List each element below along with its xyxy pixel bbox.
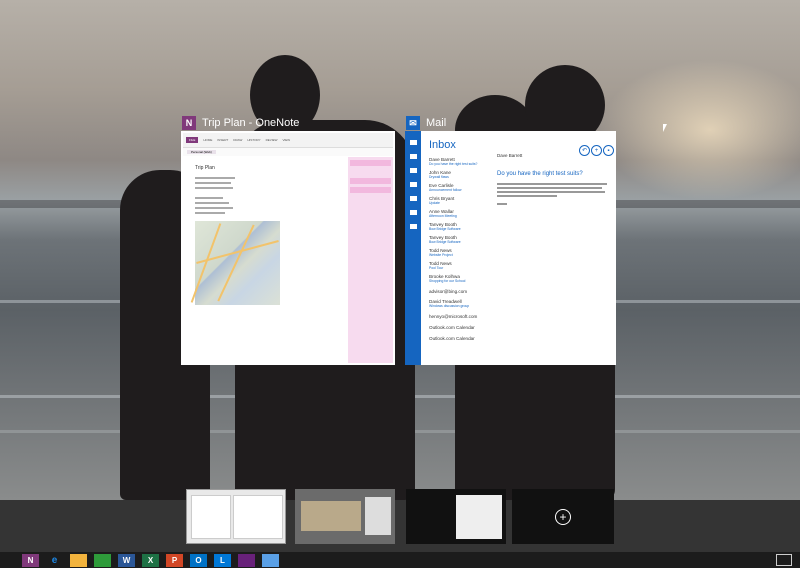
list-item: John Kane Drywall flaws: [429, 170, 451, 179]
notification-tray-icon[interactable]: [776, 554, 792, 566]
text-line: [195, 182, 231, 184]
text-line: [195, 212, 225, 214]
list-item: Todd News Pool Tour: [429, 261, 452, 270]
virtual-desktops-bar: [0, 500, 800, 552]
list-item: hennyo@microsoft.com: [429, 314, 478, 319]
onenote-page: Trip Plan: [183, 157, 348, 363]
notebook-bar: Personal (Web): [183, 148, 393, 156]
list-item: Tanvey Booth Bow Bridge Software: [429, 235, 461, 244]
body-line: [497, 195, 557, 197]
lync-taskbar-icon[interactable]: L: [214, 553, 231, 567]
onenote-page-list: [348, 157, 393, 363]
list-item: Tanvey Booth Bow Bridge Software: [429, 222, 461, 231]
mouse-cursor-icon: [663, 124, 667, 132]
onenote-ribbon: FILE HOME INSERT DRAW HISTORY REVIEW VIE…: [183, 133, 393, 148]
list-item: Eve Carlisle Announcement follow: [429, 183, 462, 192]
outlook-taskbar-icon[interactable]: O: [190, 553, 207, 567]
mail-window-title[interactable]: ✉ Mail: [406, 116, 446, 130]
store-taskbar-icon[interactable]: [94, 553, 111, 567]
mail-window-thumbnail[interactable]: Inbox Dave Barrett Do you have the right …: [405, 131, 616, 365]
ribbon-file-tab: FILE: [186, 137, 199, 143]
reading-subject: Do you have the right test suits?: [497, 171, 583, 177]
reading-pane: ↶ + ▪ Dave Barrett Do you have the right…: [491, 131, 616, 365]
excel-taskbar-icon[interactable]: X: [142, 553, 159, 567]
ribbon-tab: REVIEW: [265, 138, 278, 142]
text-line: [195, 207, 233, 209]
text-line: [195, 197, 223, 199]
desktop-thumbnail-3[interactable]: [406, 489, 506, 544]
list-item: Chris Bryant Update: [429, 196, 455, 205]
visual-studio-taskbar-icon[interactable]: [238, 553, 255, 567]
reading-sender: Dave Barrett: [497, 153, 523, 158]
notebook-name: Personal (Web): [187, 150, 216, 154]
taskbar: N e W X P O L: [0, 552, 800, 568]
mail-nav-rail: [405, 131, 421, 365]
list-item: David Treadwell Windows discussion group: [429, 299, 470, 308]
onenote-window-title[interactable]: N Trip Plan - OneNote: [182, 116, 299, 130]
desktop-thumbnail-1[interactable]: [186, 489, 286, 544]
body-line: [497, 191, 605, 193]
message-list: Inbox Dave Barrett Do you have the right …: [421, 131, 492, 365]
list-item: Dave Barrett Do you have the right test s…: [429, 157, 478, 166]
file-explorer-taskbar-icon[interactable]: [70, 553, 87, 567]
word-taskbar-icon[interactable]: W: [118, 553, 135, 567]
ribbon-tab: INSERT: [217, 138, 229, 142]
text-line: [195, 177, 235, 179]
mail-icon: ✉: [406, 116, 420, 130]
page-title: Trip Plan: [195, 165, 215, 171]
window-title-text: Trip Plan - OneNote: [202, 117, 300, 129]
sunset-glow: [600, 60, 800, 200]
body-line: [497, 203, 507, 205]
reply-icon: ↶: [579, 145, 590, 156]
list-item: Brooke Kolhwa Shopping for our School: [429, 274, 466, 283]
list-item: Anne Wallar Afternoon Meeting: [429, 209, 457, 218]
plus-icon: +: [555, 508, 571, 525]
folder-name: Inbox: [429, 139, 456, 151]
list-item: advisor@bing.com: [429, 289, 468, 294]
ribbon-tab: HOME: [203, 138, 213, 142]
list-item: Todd News Website Project: [429, 248, 453, 257]
body-line: [497, 187, 602, 189]
onenote-window-thumbnail[interactable]: FILE HOME INSERT DRAW HISTORY REVIEW VIE…: [181, 131, 395, 365]
delete-icon: ▪: [603, 145, 614, 156]
window-title-text: Mail: [426, 117, 447, 129]
list-item: Outlook.com Calendar: [429, 336, 475, 341]
body-line: [497, 183, 607, 185]
powerpoint-taskbar-icon[interactable]: P: [166, 553, 183, 567]
desktop-wallpaper: [0, 0, 800, 500]
ribbon-tab: VIEW: [282, 138, 291, 142]
ribbon-tab: DRAW: [233, 138, 243, 142]
ie-taskbar-icon[interactable]: e: [46, 554, 63, 567]
desktop-thumbnail-2[interactable]: [295, 489, 395, 544]
add-desktop-button[interactable]: +: [512, 489, 614, 544]
new-mail-icon: +: [591, 145, 602, 156]
text-line: [195, 187, 233, 189]
onenote-icon: N: [182, 116, 196, 130]
text-line: [195, 202, 229, 204]
list-item: Outlook.com Calendar: [429, 325, 475, 330]
ribbon-tab: HISTORY: [247, 138, 261, 142]
map-image: [190, 221, 280, 305]
notepad-taskbar-icon[interactable]: [262, 553, 279, 567]
onenote-taskbar-icon[interactable]: N: [22, 553, 39, 567]
